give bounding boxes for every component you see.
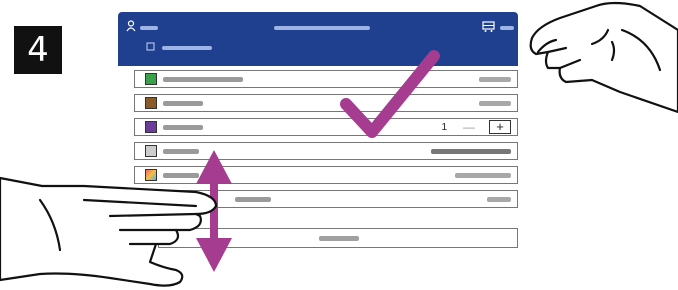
checkmark-icon <box>340 50 440 138</box>
instruction-overlay <box>0 1 678 287</box>
hand-icon <box>529 1 678 114</box>
hand-icon <box>0 176 218 287</box>
